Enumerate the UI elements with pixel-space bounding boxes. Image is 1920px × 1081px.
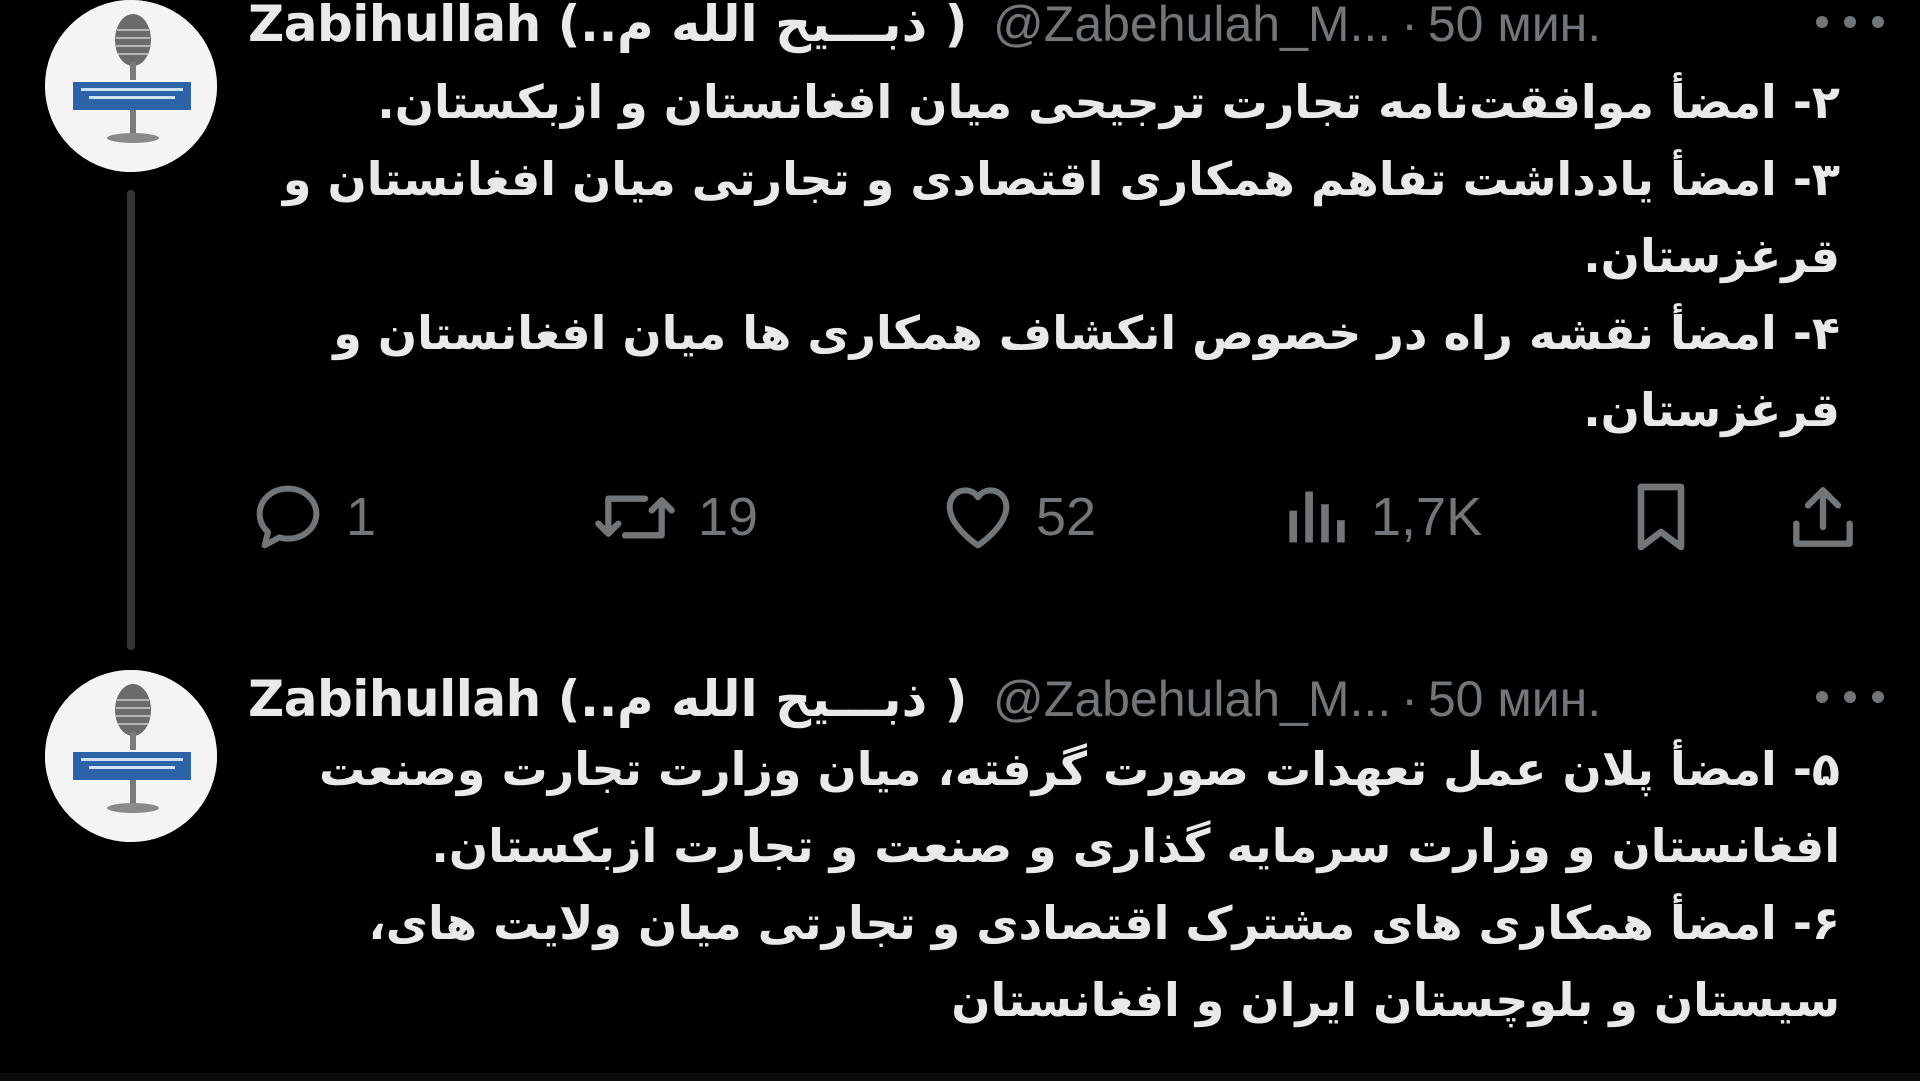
timestamp[interactable]: 50 мин. <box>1428 0 1601 53</box>
more-dots-icon[interactable] <box>1810 677 1890 717</box>
thread-connector-line <box>127 190 135 650</box>
heart-icon <box>946 487 1010 549</box>
user-handle[interactable]: @Zabehulah_M... <box>993 0 1391 53</box>
bookmark-button[interactable] <box>1626 472 1696 562</box>
more-dots-icon[interactable] <box>1810 2 1890 42</box>
reply-count: 1 <box>346 487 377 547</box>
retweet-button[interactable]: 19 <box>590 472 758 562</box>
display-name[interactable]: Zabihullah (..ذبـــیح الله م ) <box>248 670 968 728</box>
tweet-line: ۲- امضأ موافقت‌نامه تجارت ترجیحی میان اف… <box>377 75 1840 129</box>
avatar[interactable] <box>45 670 217 842</box>
tweet[interactable]: Zabihullah (..ذبـــیح الله م ) @Zabehula… <box>0 660 1920 1081</box>
views-count: 1,7K <box>1371 487 1483 547</box>
tweet-text: ۵- امضأ پلان عمل تعهدات صورت گرفته، میان… <box>248 731 1840 1039</box>
tweet-text: ۲- امضأ موافقت‌نامه تجارت ترجیحی میان اف… <box>248 64 1840 449</box>
tweet-line: ۵- امضأ پلان عمل تعهدات صورت گرفته، میان… <box>319 742 1840 873</box>
bookmark-icon <box>1637 483 1685 551</box>
retweet-count: 19 <box>698 487 759 547</box>
share-button[interactable] <box>1783 472 1863 562</box>
bottom-edge <box>0 1073 1920 1081</box>
tweet-header: Zabihullah (..ذبـــیح الله م ) @Zabehula… <box>248 669 1890 729</box>
retweet-icon <box>595 495 675 539</box>
separator-dot: · <box>1401 671 1418 727</box>
tweet-header: Zabihullah (..ذبـــیح الله م ) @Zabehula… <box>248 0 1890 54</box>
like-count: 52 <box>1036 487 1097 547</box>
display-name[interactable]: Zabihullah (..ذبـــیح الله م ) <box>248 0 968 53</box>
tweet-actions: 1 19 52 1,7K <box>248 472 1868 562</box>
user-handle[interactable]: @Zabehulah_M... <box>993 670 1391 728</box>
tweet[interactable]: Zabihullah (..ذبـــیح الله م ) @Zabehula… <box>0 0 1920 660</box>
share-icon <box>1793 487 1853 547</box>
views-chart-icon <box>1289 491 1345 543</box>
tweet-line: ۶- امضأ همکاری های مشترک اقتصادی و تجارت… <box>368 896 1840 1027</box>
like-button[interactable]: 52 <box>938 472 1096 562</box>
reply-icon <box>256 485 320 549</box>
views-button[interactable]: 1,7K <box>1283 472 1482 562</box>
tweet-line: ۴- امضأ نقشه راه در خصوص انکشاف همکاری ه… <box>333 306 1840 437</box>
timestamp[interactable]: 50 мин. <box>1428 670 1601 728</box>
separator-dot: · <box>1401 0 1418 52</box>
microphone-logo-icon <box>45 0 217 172</box>
microphone-logo-icon <box>45 670 217 842</box>
avatar[interactable] <box>45 0 217 172</box>
tweet-line: ۳- امضأ یادداشت تفاهم همکاری اقتصادی و ت… <box>282 152 1840 283</box>
reply-button[interactable]: 1 <box>248 472 376 562</box>
